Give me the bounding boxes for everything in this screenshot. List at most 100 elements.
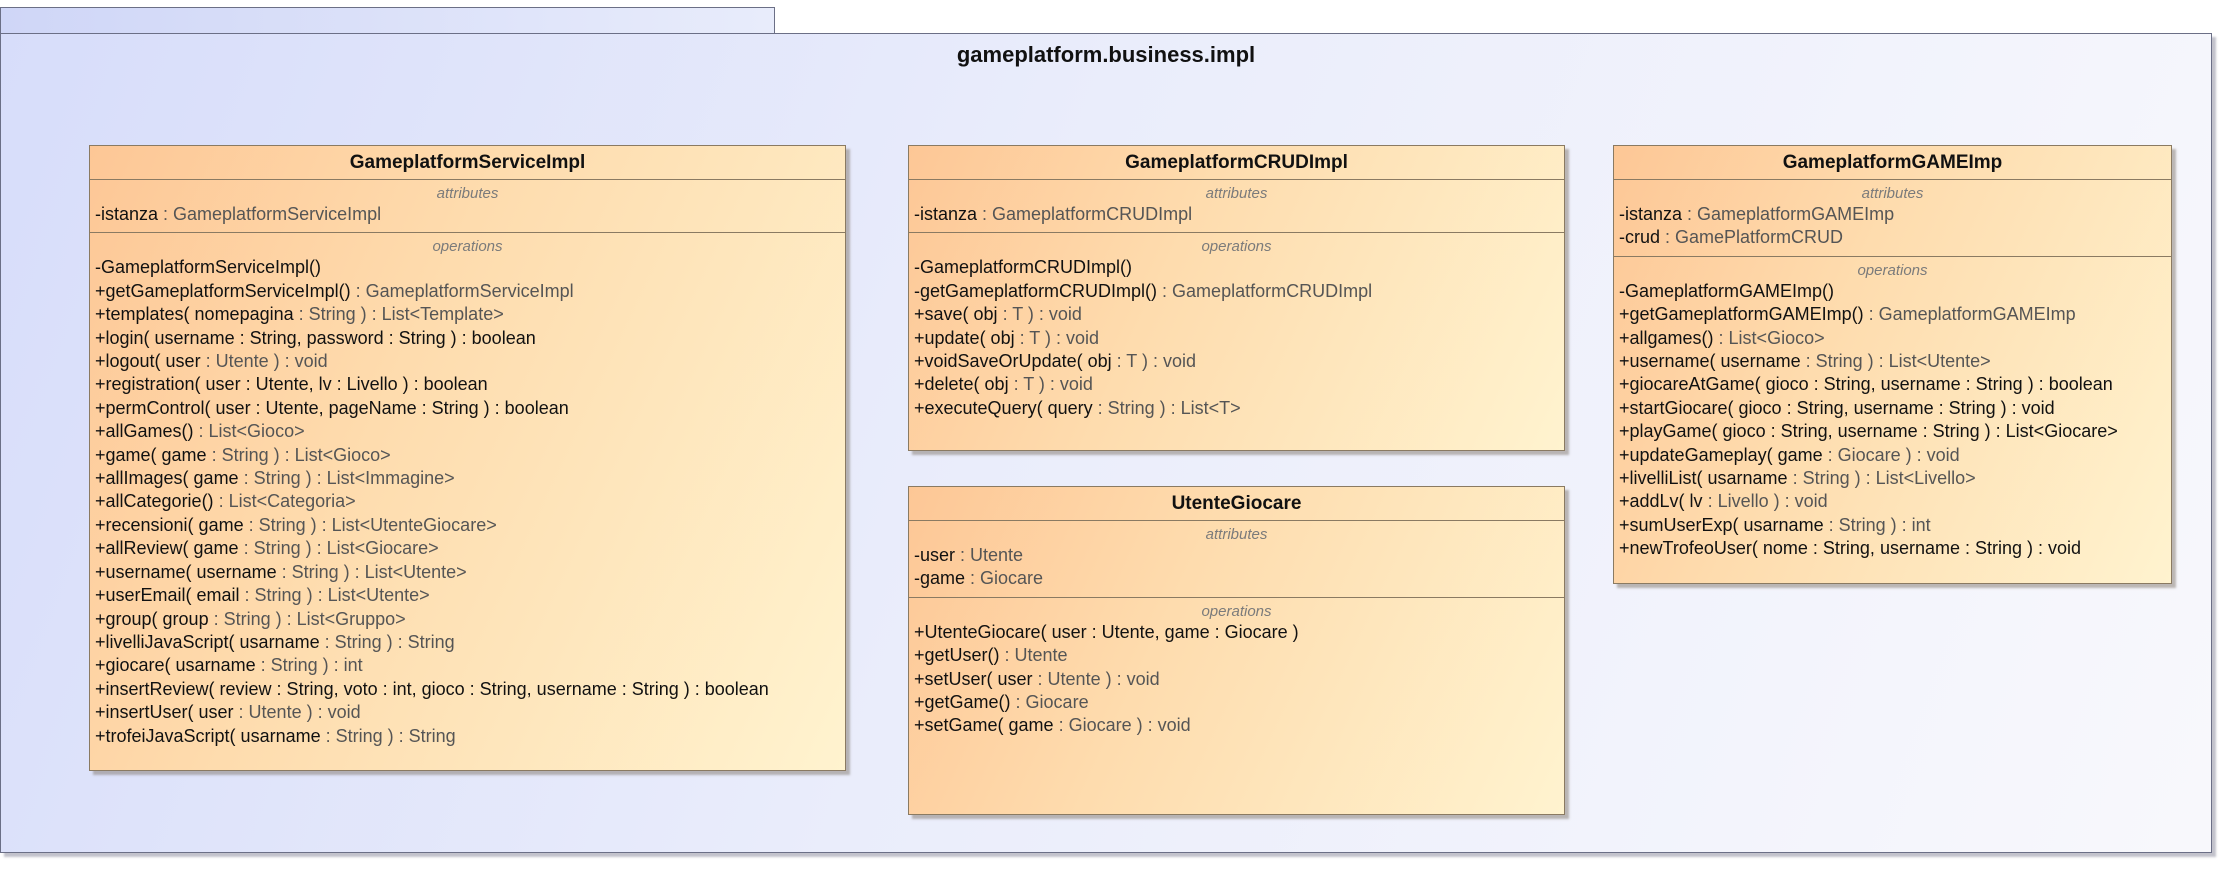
class-utente-giocare[interactable]: UtenteGiocare attributes -user : Utente -… [908, 486, 1565, 815]
operation-row[interactable]: +updateGameplay( game : Giocare ) : void [1619, 444, 2166, 467]
operation-signature: +allCategorie() [95, 491, 214, 512]
operation-signature: +game( game [95, 444, 207, 465]
attribute-row[interactable]: -istanza : GameplatformServiceImpl [95, 203, 840, 226]
attribute-list: -istanza : GameplatformGAMEImp -crud : Ga… [1619, 203, 2166, 250]
operation-row[interactable]: +voidSaveOrUpdate( obj : T ) : void [914, 350, 1559, 373]
operation-row[interactable]: +getGame() : Giocare [914, 691, 1559, 714]
operation-type: : Giocare ) : void [1053, 715, 1191, 736]
operation-row[interactable]: -GameplatformCRUDImpl() [914, 256, 1559, 279]
operation-row[interactable]: +save( obj : T ) : void [914, 303, 1559, 326]
operation-row[interactable]: +login( username : String, password : St… [95, 327, 840, 350]
operation-row[interactable]: +sumUserExp( usarname : String ) : int [1619, 514, 2166, 537]
operation-row[interactable]: +insertUser( user : Utente ) : void [95, 701, 840, 724]
attribute-row[interactable]: -crud : GamePlatformCRUD [1619, 226, 2166, 249]
operation-type: : String ) : List<Livello> [1787, 468, 1976, 489]
attribute-row[interactable]: -istanza : GameplatformGAMEImp [1619, 203, 2166, 226]
operation-list: -GameplatformGAMEImp() +getGameplatformGA… [1619, 280, 2166, 561]
operation-row[interactable]: +registration( user : Utente, lv : Livel… [95, 373, 840, 396]
class-name: GameplatformGAMEImp [1614, 146, 2171, 180]
operation-list: -GameplatformServiceImpl() +getGameplatfo… [95, 256, 840, 748]
operation-row[interactable]: +livelliList( usarname : String ) : List… [1619, 467, 2166, 490]
operation-row[interactable]: +templates( nomepagina : String ) : List… [95, 303, 840, 326]
operation-row[interactable]: +giocare( usarname : String ) : int [95, 654, 840, 677]
operations-section: operations -GameplatformServiceImpl() +ge… [90, 232, 845, 754]
operation-row[interactable]: +livelliJavaScript( usarname : String ) … [95, 631, 840, 654]
operation-row[interactable]: +recensioni( game : String ) : List<Uten… [95, 514, 840, 537]
operation-signature: +group( group [95, 608, 209, 629]
operation-signature: +sumUserExp( usarname [1619, 514, 1824, 535]
operation-row[interactable]: +allReview( game : String ) : List<Gioca… [95, 537, 840, 560]
operation-signature: +getGameplatformServiceImpl() [95, 280, 351, 301]
operation-row[interactable]: +allCategorie() : List<Categoria> [95, 490, 840, 513]
operation-row[interactable]: +delete( obj : T ) : void [914, 373, 1559, 396]
operation-row[interactable]: +permControl( user : Utente, pageName : … [95, 397, 840, 420]
operation-row[interactable]: +trofeiJavaScript( usarname : String ) :… [95, 725, 840, 748]
operation-signature: +setUser( user [914, 668, 1033, 689]
operation-signature: +UtenteGiocare( user : Utente, game : Gi… [914, 621, 1299, 642]
operation-row[interactable]: +logout( user : Utente ) : void [95, 350, 840, 373]
operation-row[interactable]: +executeQuery( query : String ) : List<T… [914, 397, 1559, 420]
operation-row[interactable]: +getUser() : Utente [914, 644, 1559, 667]
class-gameplatform-game-imp[interactable]: GameplatformGAMEImp attributes -istanza … [1613, 145, 2172, 584]
operation-signature: +executeQuery( query [914, 397, 1093, 418]
operation-row[interactable]: +update( obj : T ) : void [914, 327, 1559, 350]
operation-type: : Giocare [1010, 692, 1089, 713]
operation-row[interactable]: +giocareAtGame( gioco : String, username… [1619, 373, 2166, 396]
operation-row[interactable]: +username( username : String ) : List<Ut… [95, 561, 840, 584]
operation-signature: +allGames() [95, 421, 194, 442]
attribute-row[interactable]: -istanza : GameplatformCRUDImpl [914, 203, 1559, 226]
package-tab [0, 7, 775, 33]
operation-row[interactable]: +insertReview( review : String, voto : i… [95, 678, 840, 701]
attribute-row[interactable]: -game : Giocare [914, 567, 1559, 590]
operation-row[interactable]: +username( username : String ) : List<Ut… [1619, 350, 2166, 373]
attributes-section: attributes -istanza : GameplatformCRUDIm… [909, 180, 1564, 232]
operation-row[interactable]: +allGames() : List<Gioco> [95, 420, 840, 443]
attributes-label: attributes [1205, 185, 1268, 202]
operation-signature: +login( username : String, password : St… [95, 327, 536, 348]
operation-row[interactable]: +setUser( user : Utente ) : void [914, 668, 1559, 691]
operation-row[interactable]: -GameplatformServiceImpl() [95, 256, 840, 279]
attribute-list: -istanza : GameplatformCRUDImpl [914, 203, 1559, 226]
attribute-row[interactable]: -user : Utente [914, 544, 1559, 567]
class-gameplatform-service-impl[interactable]: GameplatformServiceImpl attributes -ista… [89, 145, 846, 771]
operations-label: operations [432, 238, 503, 256]
operation-row[interactable]: +game( game : String ) : List<Gioco> [95, 444, 840, 467]
operation-type: : GameplatformServiceImpl [350, 280, 574, 301]
operation-signature: +addLv( lv [1619, 491, 1703, 512]
operation-type: : String ) : String [320, 725, 456, 746]
operation-row[interactable]: +getGameplatformGAMEImp() : Gameplatform… [1619, 303, 2166, 326]
operation-row[interactable]: +userEmail( email : String ) : List<Uten… [95, 584, 840, 607]
operation-signature: +giocare( usarname [95, 655, 256, 676]
operation-signature: -getGameplatformCRUDImpl() [914, 280, 1158, 301]
operation-type: : List<Categoria> [213, 491, 356, 512]
operation-type: : String ) : List<Utente> [239, 585, 430, 606]
operation-row[interactable]: -GameplatformGAMEImp() [1619, 280, 2166, 303]
operation-row[interactable]: +addLv( lv : Livello ) : void [1619, 490, 2166, 513]
operation-row[interactable]: +playGame( gioco : String, username : St… [1619, 420, 2166, 443]
operation-row[interactable]: +UtenteGiocare( user : Utente, game : Gi… [914, 621, 1559, 644]
operation-row[interactable]: +group( group : String ) : List<Gruppo> [95, 608, 840, 631]
operations-label: operations [1857, 261, 1928, 279]
operation-type: : GameplatformGAMEImp [1863, 304, 2076, 325]
class-gameplatform-crud-impl[interactable]: GameplatformCRUDImpl attributes -istanza… [908, 145, 1565, 451]
operation-row[interactable]: +newTrofeoUser( nome : String, username … [1619, 537, 2166, 560]
operation-row[interactable]: +allImages( game : String ) : List<Immag… [95, 467, 840, 490]
operation-type: : T ) : void [1111, 351, 1196, 372]
operation-signature: +logout( user [95, 351, 201, 372]
operation-signature: +registration( user : Utente, lv : Livel… [95, 374, 488, 395]
operation-row[interactable]: -getGameplatformCRUDImpl() : Gameplatfor… [914, 280, 1559, 303]
operation-signature: +setGame( game [914, 715, 1054, 736]
operation-signature: +delete( obj [914, 374, 1009, 395]
operation-signature: -GameplatformGAMEImp() [1619, 280, 1835, 301]
attribute-signature: -user [914, 545, 956, 565]
operation-type: : String ) : List<Gioco> [206, 444, 391, 465]
attributes-label: attributes [1205, 526, 1268, 543]
operation-signature: +trofeiJavaScript( usarname [95, 725, 321, 746]
operations-label: operations [1201, 602, 1272, 620]
operation-type: : List<Gioco> [1713, 327, 1825, 348]
operation-row[interactable]: +getGameplatformServiceImpl() : Gameplat… [95, 280, 840, 303]
operation-row[interactable]: +allgames() : List<Gioco> [1619, 327, 2166, 350]
operation-row[interactable]: +startGiocare( gioco : String, username … [1619, 397, 2166, 420]
operation-row[interactable]: +setGame( game : Giocare ) : void [914, 714, 1559, 737]
operations-label: operations [1201, 238, 1272, 256]
